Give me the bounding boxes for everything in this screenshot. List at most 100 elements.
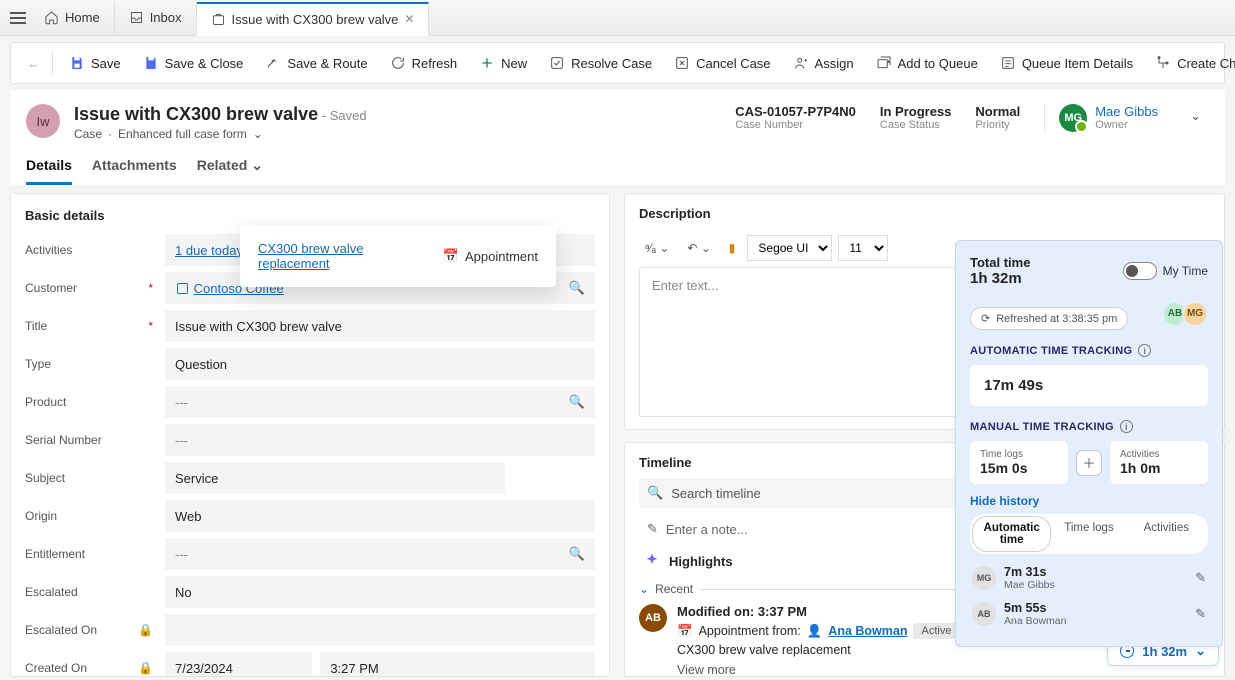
tab-attachments[interactable]: Attachments	[92, 151, 177, 185]
command-bar: ← Save Save & Close Save & Route Refresh…	[10, 42, 1225, 84]
translate-tool[interactable]: ᵃ⁄ₐ ⌄	[639, 237, 675, 259]
escalated-label: Escalated	[25, 585, 157, 599]
undo-tool[interactable]: ↶ ⌄	[681, 237, 716, 259]
lookup-search-icon[interactable]: 🔍	[569, 280, 585, 296]
avatar: MG	[972, 566, 996, 590]
origin-field[interactable]: Web	[165, 500, 595, 532]
timeline-avatar: AB	[639, 604, 667, 632]
seg-logs[interactable]: Time logs	[1050, 517, 1127, 551]
queue-details-button[interactable]: Queue Item Details	[990, 49, 1143, 77]
tab-related[interactable]: Related ⌄	[197, 151, 263, 185]
tab-home[interactable]: Home	[30, 2, 115, 33]
tab-case-active[interactable]: Issue with CX300 brew valve ✕	[197, 2, 430, 36]
refresh-icon: ⟳	[981, 312, 990, 325]
avatar: AB	[972, 602, 996, 626]
child-case-icon	[1155, 55, 1171, 71]
copilot-icon	[643, 552, 661, 570]
serial-field[interactable]: ---	[165, 424, 595, 456]
hide-history-link[interactable]: Hide history	[970, 494, 1208, 508]
save-close-icon	[143, 55, 159, 71]
created-on-time: 3:27 PM	[320, 652, 595, 677]
case-icon	[211, 12, 226, 27]
resolve-case-button[interactable]: Resolve Case	[539, 49, 662, 77]
hamburger-icon[interactable]	[6, 6, 30, 30]
refresh-button[interactable]: Refresh	[380, 49, 468, 77]
type-field[interactable]: Question	[165, 348, 595, 380]
mytime-label: My Time	[1163, 264, 1208, 278]
back-button[interactable]: ←	[21, 50, 46, 77]
tab-details[interactable]: Details	[26, 151, 72, 185]
seg-activities[interactable]: Activities	[1128, 517, 1205, 551]
serial-label: Serial Number	[25, 433, 157, 447]
queue-details-icon	[1000, 55, 1016, 71]
presence-avatar-mg[interactable]: MG	[1182, 301, 1208, 327]
escalated-field[interactable]: No	[165, 576, 595, 608]
time-logs-box[interactable]: Time logs 15m 0s	[970, 441, 1068, 484]
escalated-on-field	[165, 614, 595, 646]
history-item[interactable]: AB 5m 55sAna Bowman ✎	[970, 596, 1208, 632]
entity-name: Case	[74, 127, 102, 141]
timeline-from-link[interactable]: Ana Bowman	[828, 624, 907, 638]
search-icon: 🔍	[647, 485, 663, 501]
inbox-icon	[129, 10, 144, 25]
highlight-tool[interactable]: ▮	[723, 237, 742, 259]
entitlement-label: Entitlement	[25, 547, 157, 561]
save-close-button[interactable]: Save & Close	[133, 49, 254, 77]
seg-auto[interactable]: Automatic time	[973, 517, 1050, 551]
history-item[interactable]: MG 7m 31sMae Gibbs ✎	[970, 560, 1208, 596]
account-icon	[175, 281, 190, 296]
hover-card-link[interactable]: CX300 brew valve replacement	[258, 241, 419, 271]
history-list: MG 7m 31sMae Gibbs ✎ AB 5m 55sAna Bowman…	[970, 560, 1208, 632]
edit-icon[interactable]: ✎	[1195, 606, 1206, 622]
info-icon[interactable]: i	[1138, 344, 1151, 357]
mytime-toggle[interactable]	[1123, 262, 1157, 280]
assign-button[interactable]: Assign	[783, 49, 864, 77]
add-queue-button[interactable]: Add to Queue	[866, 49, 988, 77]
save-state: - Saved	[322, 108, 367, 123]
activities-box[interactable]: Activities 1h 0m	[1110, 441, 1208, 484]
info-icon[interactable]: i	[1120, 420, 1133, 433]
fontsize-select[interactable]: 11	[838, 235, 888, 261]
record-title: Issue with CX300 brew valve	[74, 104, 318, 124]
origin-label: Origin	[25, 509, 157, 523]
subject-label: Subject	[25, 471, 157, 485]
resolve-icon	[549, 55, 565, 71]
new-button[interactable]: New	[469, 49, 537, 77]
header-expand[interactable]: ⌄	[1182, 104, 1209, 128]
add-time-log-button[interactable]: ＋	[1076, 450, 1102, 476]
route-icon	[265, 55, 281, 71]
edit-icon[interactable]: ✎	[1195, 570, 1206, 586]
recent-label: Recent	[655, 582, 693, 596]
case-number: CAS-01057-P7P4N0	[735, 104, 856, 119]
title-field[interactable]: Issue with CX300 brew valve	[165, 310, 595, 342]
cancel-case-button[interactable]: Cancel Case	[664, 49, 780, 77]
record-avatar: Iw	[26, 104, 60, 138]
total-time-value: 1h 32m	[970, 270, 1030, 287]
product-field[interactable]: ---🔍	[165, 386, 595, 418]
entitlement-field[interactable]: ---🔍	[165, 538, 595, 570]
form-section-heading: Basic details	[25, 208, 595, 223]
lock-icon: 🔒	[138, 661, 153, 675]
activities-label: Activities	[25, 243, 157, 257]
lock-icon: 🔒	[138, 623, 153, 637]
subject-field[interactable]: Service	[165, 462, 505, 494]
escalated-on-label: Escalated On🔒	[25, 623, 157, 637]
app-tab-bar: Home Inbox Issue with CX300 brew valve ✕	[0, 0, 1235, 36]
refresh-icon	[390, 55, 406, 71]
refresh-pill[interactable]: ⟳ Refreshed at 3:38:35 pm	[970, 307, 1128, 330]
close-icon[interactable]: ✕	[404, 12, 414, 26]
save-route-button[interactable]: Save & Route	[255, 49, 377, 77]
lookup-search-icon[interactable]: 🔍	[569, 394, 585, 410]
owner-name[interactable]: Mae Gibbs	[1095, 104, 1158, 119]
form-name[interactable]: Enhanced full case form	[118, 127, 247, 141]
tab-inbox[interactable]: Inbox	[115, 2, 197, 33]
font-select[interactable]: Segoe UI	[747, 235, 832, 261]
chevron-down-icon[interactable]: ⌄	[253, 127, 263, 141]
save-button[interactable]: Save	[59, 49, 131, 77]
save-icon	[69, 55, 85, 71]
create-child-button[interactable]: Create Child Case	[1145, 49, 1235, 77]
lookup-search-icon[interactable]: 🔍	[569, 546, 585, 562]
collapse-icon[interactable]: ⌄	[639, 582, 649, 596]
case-status: In Progress	[880, 104, 952, 119]
appointment-icon: 📅	[443, 248, 459, 264]
